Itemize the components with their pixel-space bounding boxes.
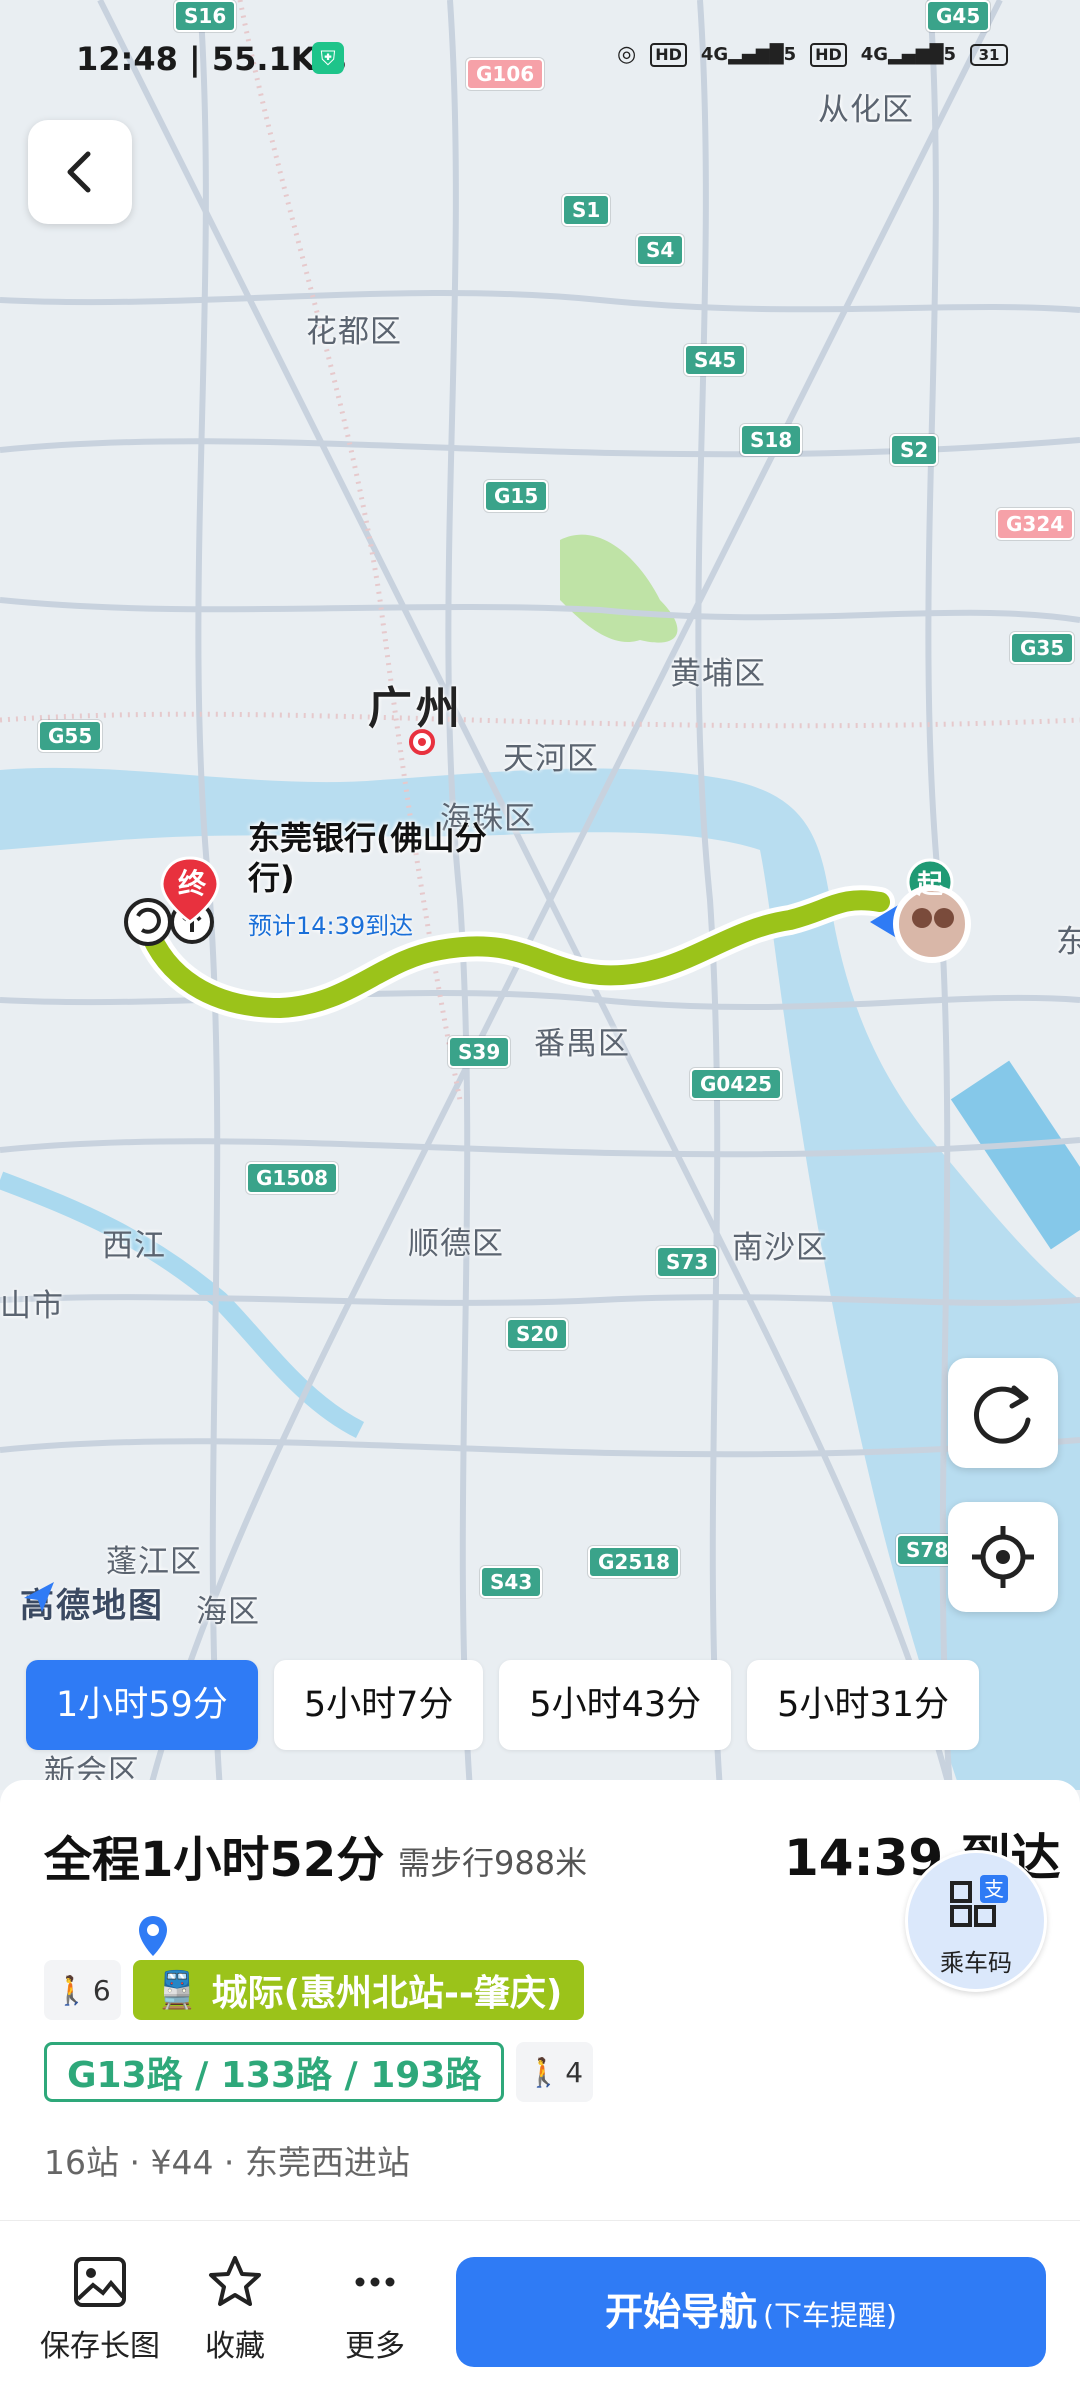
rail-segment[interactable]: 🚆 城际(惠州北站--肇庆) bbox=[132, 1960, 585, 2020]
bus-segment[interactable]: G13路 / 133路 / 193路 bbox=[44, 2042, 505, 2102]
destination-eta: 预计14:39到达 bbox=[248, 912, 414, 940]
road-shield: G55 bbox=[38, 720, 103, 752]
map-label-huangpu: 黄埔区 bbox=[670, 656, 766, 692]
walk-icon: 🚶 bbox=[526, 2055, 562, 2089]
road-shield: S73 bbox=[656, 1246, 719, 1278]
route-option[interactable]: 5小时7分 bbox=[273, 1660, 484, 1750]
locate-button[interactable] bbox=[948, 1502, 1058, 1612]
map-label-shanshi: 山市 bbox=[0, 1288, 64, 1324]
hd-icon: HD bbox=[810, 42, 847, 67]
segment-row-1: 🚶 6 🚆 城际(惠州北站--肇庆) bbox=[44, 1960, 585, 2020]
more-button[interactable]: 更多 bbox=[330, 2253, 420, 2365]
road-shield: S18 bbox=[740, 424, 803, 456]
hd-icon: HD bbox=[650, 42, 687, 67]
back-button[interactable] bbox=[28, 120, 132, 224]
map-label-guangzhou: 广州 bbox=[368, 683, 464, 734]
map-label-huadu: 花都区 bbox=[306, 314, 402, 350]
save-image-button[interactable]: 保存长图 bbox=[30, 2253, 170, 2365]
road-shield: S4 bbox=[636, 234, 685, 266]
map-label-jianghai: 海区 bbox=[196, 1594, 260, 1630]
start-navigation-button[interactable]: 开始导航 (下车提醒) bbox=[456, 2257, 1046, 2367]
star-icon bbox=[209, 2256, 261, 2306]
amap-logo: 高德地图 bbox=[20, 1578, 164, 1627]
road-shield: G2518 bbox=[588, 1546, 681, 1578]
qr-code-icon: 支 bbox=[950, 1875, 1008, 1927]
walk-icon: 🚶 bbox=[54, 1973, 89, 2007]
status-bar: 12:48 | 55.1K/s ⛨ ◎ HD 4G▂▄▆█5 HD 4G▂▄▆█… bbox=[0, 0, 1080, 115]
refresh-button[interactable] bbox=[948, 1358, 1058, 1468]
route-option[interactable]: 5小时31分 bbox=[747, 1660, 979, 1750]
route-option[interactable]: 5小时43分 bbox=[499, 1660, 732, 1750]
road-shield: G35 bbox=[1010, 632, 1075, 664]
road-shield: G324 bbox=[996, 508, 1075, 540]
signal-icon: 4G▂▄▆█5 bbox=[860, 44, 956, 65]
trip-meta: 16站 · ¥44 · 东莞西进站 bbox=[44, 2143, 410, 2182]
road-shield: G0425 bbox=[690, 1068, 783, 1100]
map-label-nansha: 南沙区 bbox=[732, 1230, 828, 1266]
road-shield: S2 bbox=[890, 434, 939, 466]
ride-code-button[interactable]: 支 乘车码 bbox=[905, 1850, 1047, 1992]
origin-marker[interactable]: 起 bbox=[866, 858, 972, 968]
save-image-label: 保存长图 bbox=[40, 2329, 160, 2364]
locate-icon bbox=[972, 1526, 1034, 1588]
road-shield: S45 bbox=[684, 344, 747, 376]
road-shield: S1 bbox=[562, 194, 611, 226]
rail-segment-label: 城际(惠州北站--肇庆) bbox=[211, 1973, 563, 2014]
svg-text:支: 支 bbox=[984, 1877, 1004, 1901]
map-label-shunde: 顺德区 bbox=[408, 1226, 504, 1262]
map-label-tianhe: 天河区 bbox=[503, 741, 599, 777]
favorite-button[interactable]: 收藏 bbox=[190, 2253, 280, 2365]
destination-badge: 终 bbox=[177, 867, 206, 900]
map-label-dong: 东 bbox=[1056, 924, 1080, 960]
walk-segment[interactable]: 🚶 4 bbox=[516, 2042, 594, 2102]
train-icon: 🚆 bbox=[154, 1970, 200, 2011]
walk-segment[interactable]: 🚶 6 bbox=[44, 1960, 121, 2020]
vpn-shield-icon: ⛨ bbox=[312, 42, 344, 74]
map-label-panyu: 番禺区 bbox=[534, 1026, 630, 1062]
segment-row-2: G13路 / 133路 / 193路 🚶 4 bbox=[44, 2042, 594, 2102]
bottom-action-bar: 保存长图 收藏 更多 开始导航 (下车提醒) bbox=[0, 2220, 1080, 2400]
map-view[interactable]: 从化区 花都区 广州 天河区 海珠区 黄埔区 番禺区 顺德区 南沙区 西江 山市… bbox=[0, 0, 1080, 1790]
location-pin-icon bbox=[139, 1916, 167, 1956]
road-shield: S20 bbox=[506, 1318, 569, 1350]
route-detail-sheet[interactable]: 全程1小时52分 需步行988米 14:39 到达 支 乘车码 🚶 6 🚆 城际… bbox=[0, 1780, 1080, 2220]
more-label: 更多 bbox=[345, 2329, 405, 2364]
origin-badge: 起 bbox=[916, 870, 943, 900]
signal-icon: 4G▂▄▆█5 bbox=[700, 44, 797, 65]
road-shield: G15 bbox=[484, 480, 549, 512]
more-icon bbox=[355, 2277, 395, 2287]
walk-distance: 需步行988米 bbox=[398, 1844, 588, 1882]
start-navigation-label: 开始导航 bbox=[605, 2290, 758, 2334]
refresh-icon bbox=[973, 1385, 1031, 1444]
road-shield: S43 bbox=[480, 1566, 543, 1598]
status-time: 12:48 | 55.1K/s bbox=[76, 40, 347, 78]
route-option[interactable]: 1小时59分 bbox=[26, 1660, 258, 1750]
image-icon bbox=[74, 2257, 126, 2307]
battery-icon: 31 bbox=[970, 43, 1008, 66]
chevron-left-icon bbox=[67, 151, 91, 193]
walk-segment-count: 4 bbox=[565, 2055, 584, 2089]
destination-callout[interactable]: 东莞银行(佛山分行) 预计14:39到达 bbox=[248, 818, 528, 941]
ride-code-label: 乘车码 bbox=[940, 1949, 1012, 1977]
road-shield: G1508 bbox=[246, 1162, 339, 1194]
total-duration: 全程1小时52分 bbox=[44, 1832, 385, 1888]
status-icons: ◎ HD 4G▂▄▆█5 HD 4G▂▄▆█5 31 bbox=[617, 42, 1008, 67]
route-options: 1小时59分 5小时7分 5小时43分 5小时31分 bbox=[26, 1660, 979, 1750]
road-shield: S39 bbox=[448, 1036, 511, 1068]
start-navigation-sublabel: (下车提醒) bbox=[763, 2299, 897, 2332]
map-label-xijiang: 西江 bbox=[102, 1228, 166, 1264]
walk-segment-count: 6 bbox=[92, 1973, 111, 2007]
map-label-pengjiang: 蓬江区 bbox=[106, 1544, 202, 1580]
destination-marker[interactable]: 终 bbox=[118, 850, 226, 950]
logo-arrow-icon bbox=[24, 1582, 54, 1612]
destination-name: 东莞银行(佛山分行) bbox=[248, 819, 487, 897]
hotspot-icon: ◎ bbox=[617, 42, 637, 67]
favorite-label: 收藏 bbox=[205, 2329, 265, 2364]
